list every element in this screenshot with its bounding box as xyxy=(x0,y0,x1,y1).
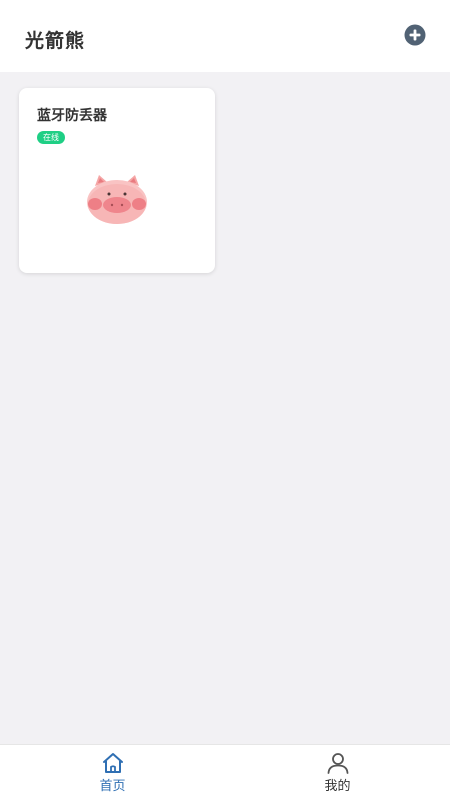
device-name: 蓝牙防丢器 xyxy=(37,108,107,124)
tab-home-label: 首页 xyxy=(99,779,126,794)
user-icon xyxy=(327,753,348,774)
home-icon xyxy=(102,753,123,773)
status-badge: 在线 xyxy=(37,131,65,144)
pig-icon xyxy=(87,175,147,224)
bottom-tab-bar: 首页 我的 xyxy=(0,744,450,800)
device-card[interactable]: 蓝牙防丢器 在线 xyxy=(19,88,215,273)
add-device-button[interactable] xyxy=(404,24,426,46)
app-screen: 光箭熊 蓝牙防丢器 在线 首页 我的 xyxy=(0,0,450,800)
header-bar: 光箭熊 xyxy=(0,0,450,72)
tab-profile[interactable]: 我的 xyxy=(225,745,450,800)
page-title: 光箭熊 xyxy=(25,30,86,52)
tab-profile-label: 我的 xyxy=(324,779,351,794)
plus-circle-icon xyxy=(404,24,426,46)
tab-home[interactable]: 首页 xyxy=(0,745,225,800)
